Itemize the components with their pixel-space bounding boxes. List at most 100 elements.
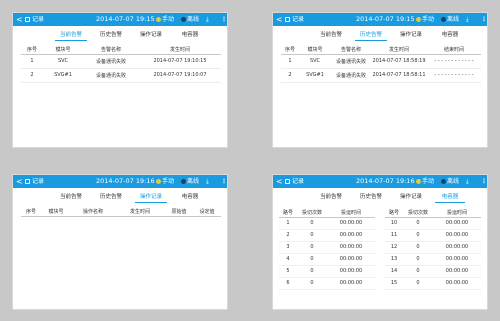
tab-capacitor[interactable]: 电容器: [435, 193, 465, 203]
download-icon[interactable]: ⤓: [466, 13, 469, 26]
table-header: 路号 投切次数 投运时间: [279, 208, 375, 218]
download-icon[interactable]: ⤓: [206, 13, 209, 26]
table-row[interactable]: 15 0 00:00:00: [385, 277, 481, 290]
table-cell: 00:00:00: [433, 253, 481, 266]
network-indicator-icon: [441, 178, 446, 184]
tab-operation-records[interactable]: 操作记录: [135, 193, 167, 203]
column-header: 结束时间: [427, 46, 481, 55]
table-cell: 5: [279, 265, 297, 278]
mode-label: 手动: [422, 16, 435, 23]
column-header: 告警名称: [331, 46, 371, 55]
table-cell: 0: [297, 229, 327, 242]
network-status: 离线: [181, 13, 199, 26]
capacitor-table-right: 路号 投切次数 投运时间 10 0 00:00:00 11 0 00:00:00 12 0…: [385, 208, 481, 290]
record-icon: [25, 179, 30, 184]
top-bar: < 记录 2014-07-07 19:16 手动 离线 ⤓ ⋮: [273, 175, 487, 188]
download-icon[interactable]: ⤓: [466, 175, 469, 188]
more-icon[interactable]: ⋮: [221, 13, 227, 26]
record-icon: [25, 17, 30, 22]
table-cell: 0: [403, 217, 433, 230]
more-icon[interactable]: ⋮: [481, 13, 487, 26]
tab-operation-records[interactable]: 操作记录: [395, 31, 427, 41]
top-bar: < 记录 2014-07-07 19:15 手动 离线 ⤓ ⋮: [273, 13, 487, 26]
column-header: 发生时间: [139, 46, 221, 55]
table-row[interactable]: 2 0 00:00:00: [279, 229, 375, 242]
table-cell: 00:00:00: [327, 241, 375, 254]
table-cell: 2014-07-07 19:10:07: [139, 68, 221, 83]
tab-current-alarms[interactable]: 当前告警: [55, 193, 87, 203]
datetime: 2014-07-07 19:16: [356, 177, 415, 185]
tab-history-alarms[interactable]: 历史告警: [95, 193, 127, 203]
column-header: 发生时间: [115, 208, 165, 217]
network-indicator-icon: [181, 16, 186, 22]
table-cell: 设备通讯失败: [83, 54, 139, 69]
tab-operation-records[interactable]: 操作记录: [135, 31, 167, 41]
more-icon[interactable]: ⋮: [481, 175, 487, 188]
history-table: 序号 模块号 告警名称 发生时间 结束时间 1 SVC 设备通讯失败 2014-…: [281, 46, 481, 83]
back-arrow-icon[interactable]: <: [276, 13, 283, 26]
operation-table: 序号 模块号 操作名称 发生时间 原始值 设定值: [21, 208, 221, 217]
column-header: 模块号: [43, 46, 83, 55]
table-row[interactable]: 1 0 00:00:00: [279, 217, 375, 230]
tab-capacitor[interactable]: 电容器: [175, 31, 205, 41]
back-arrow-icon[interactable]: <: [16, 13, 23, 26]
tab-capacitor[interactable]: 电容器: [435, 31, 465, 41]
table-cell: 11: [385, 229, 403, 242]
table-row[interactable]: 1 SVC 设备通讯失败 2014-07-07 18:58:19 - - - -…: [281, 54, 481, 69]
table-row[interactable]: 4 0 00:00:00: [279, 253, 375, 266]
table-row[interactable]: 14 0 00:00:00: [385, 265, 481, 278]
table-row[interactable]: 2 SVG#1 设备通讯失败 2014-07-07 19:10:07: [21, 68, 221, 83]
table-row[interactable]: 6 0 00:00:00: [279, 277, 375, 290]
tab-history-alarms[interactable]: 历史告警: [95, 31, 127, 41]
table-row[interactable]: 1 SVC 设备通讯失败 2014-07-07 19:10:15: [21, 54, 221, 69]
tab-bar: 当前告警 历史告警 操作记录 电容器: [273, 193, 487, 203]
tab-current-alarms[interactable]: 当前告警: [55, 31, 87, 41]
column-header: 路号: [385, 208, 403, 218]
table-cell: 00:00:00: [327, 217, 375, 230]
column-header: 投运时间: [327, 208, 375, 218]
table-cell: 00:00:00: [433, 265, 481, 278]
table-row[interactable]: 5 0 00:00:00: [279, 265, 375, 278]
network-status: 离线: [181, 175, 199, 188]
table-header: 序号 模块号 告警名称 发生时间: [21, 46, 221, 55]
back-arrow-icon[interactable]: <: [276, 175, 283, 188]
table-cell: 2: [281, 68, 299, 83]
mode-status: 手动: [156, 175, 174, 188]
table-cell: 00:00:00: [327, 277, 375, 290]
more-icon[interactable]: ⋮: [221, 175, 227, 188]
column-header: 模块号: [299, 46, 331, 55]
table-cell: 12: [385, 241, 403, 254]
tab-bar: 当前告警 历史告警 操作记录 电容器: [13, 31, 227, 41]
table-row[interactable]: 3 0 00:00:00: [279, 241, 375, 254]
download-icon[interactable]: ⤓: [206, 175, 209, 188]
table-cell: 设备通讯失败: [331, 68, 371, 83]
back-arrow-icon[interactable]: <: [16, 175, 23, 188]
table-cell: 00:00:00: [433, 241, 481, 254]
tab-operation-records[interactable]: 操作记录: [395, 193, 427, 203]
table-row[interactable]: 2 SVG#1 设备通讯失败 2014-07-07 18:58:11 - - -…: [281, 68, 481, 83]
table-row[interactable]: 11 0 00:00:00: [385, 229, 481, 242]
table-row[interactable]: 10 0 00:00:00: [385, 217, 481, 230]
table-cell: 2: [21, 68, 43, 83]
column-header: 投切次数: [297, 208, 327, 218]
tab-capacitor[interactable]: 电容器: [175, 193, 205, 203]
record-panel-operation-records: < 记录 2014-07-07 19:16 手动 离线 ⤓ ⋮ 当前告警 历史告…: [12, 174, 228, 310]
table-cell: 2014-07-07 18:58:19: [371, 54, 427, 69]
tab-history-alarms[interactable]: 历史告警: [355, 31, 387, 41]
table-cell: 00:00:00: [433, 217, 481, 230]
tab-current-alarms[interactable]: 当前告警: [315, 193, 347, 203]
table-row[interactable]: 13 0 00:00:00: [385, 253, 481, 266]
table-cell: 00:00:00: [327, 265, 375, 278]
table-cell: 0: [403, 253, 433, 266]
mode-indicator-icon: [416, 178, 421, 184]
table-cell: 设备通讯失败: [83, 68, 139, 83]
tab-current-alarms[interactable]: 当前告警: [315, 31, 347, 41]
table-row[interactable]: 12 0 00:00:00: [385, 241, 481, 254]
table-cell: 00:00:00: [433, 277, 481, 290]
record-icon: [285, 179, 290, 184]
table-cell: 2014-07-07 19:10:15: [139, 54, 221, 69]
table-cell: 1: [279, 217, 297, 230]
table-cell: SVC: [43, 54, 83, 69]
tab-history-alarms[interactable]: 历史告警: [355, 193, 387, 203]
table-cell: 2: [279, 229, 297, 242]
